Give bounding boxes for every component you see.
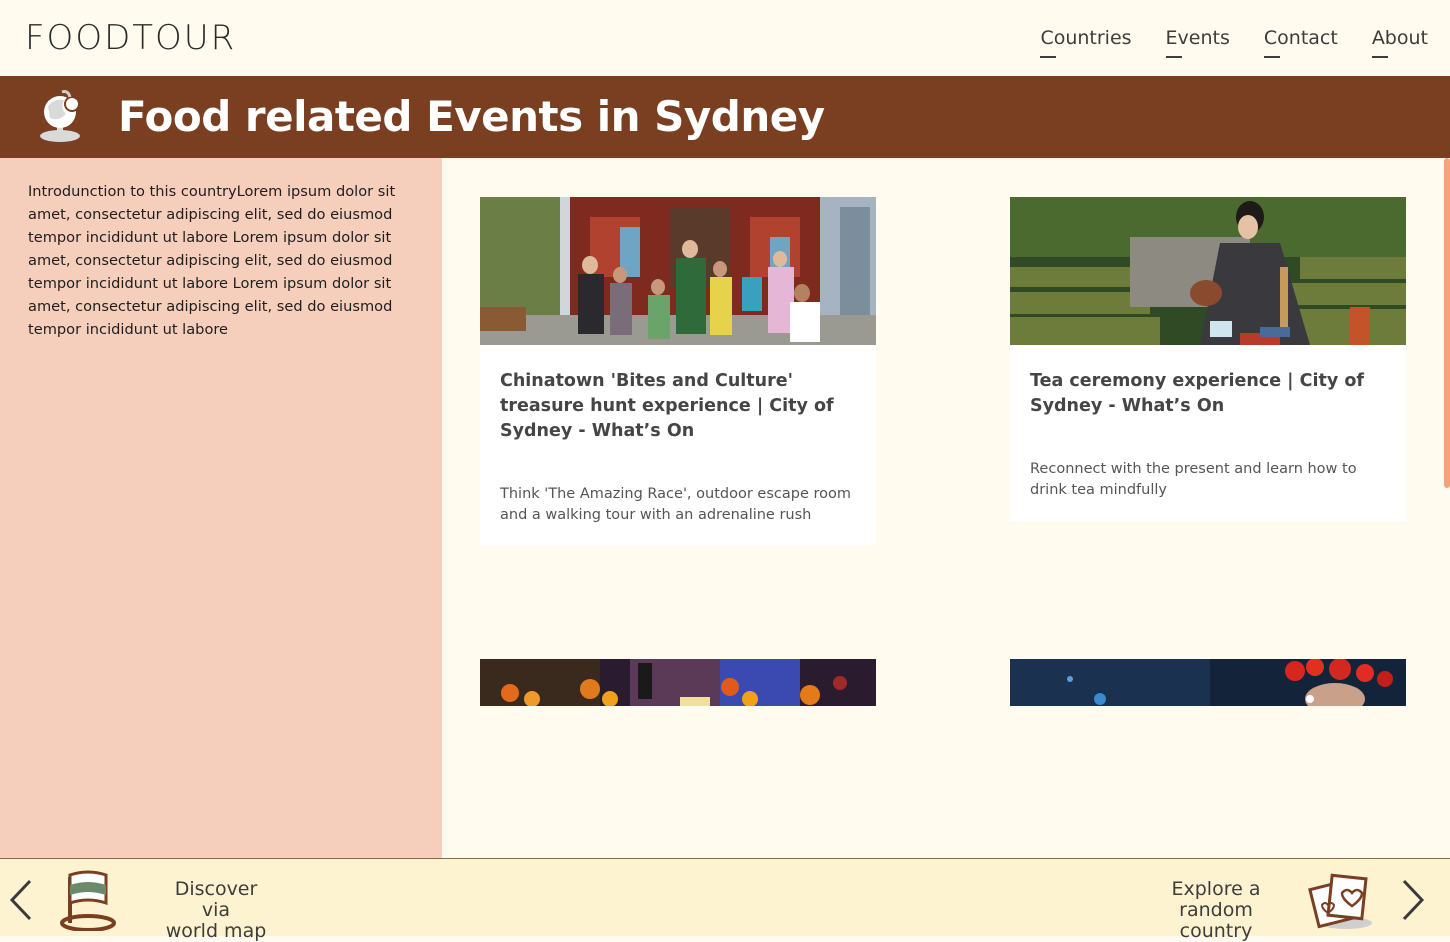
event-image-night-market[interactable]: [480, 659, 876, 706]
top-navigation-bar: FOODTOUR Countries Events Contact About: [0, 0, 1450, 76]
main-nav: Countries Events Contact About: [1040, 27, 1428, 58]
event-card[interactable]: Chinatown 'Bites and Culture' treasure h…: [480, 197, 876, 545]
event-title[interactable]: Tea ceremony experience | City of Sydney…: [1010, 345, 1406, 419]
explore-line-2: random country: [1179, 899, 1253, 942]
world-map-flag-icon[interactable]: [58, 869, 118, 931]
site-logo[interactable]: FOODTOUR: [25, 18, 236, 58]
globe-food-icon: [40, 90, 80, 142]
explore-line-1: Explore a: [1171, 878, 1261, 900]
discover-world-map-link[interactable]: Discover via world map: [160, 879, 272, 942]
event-card[interactable]: [480, 659, 876, 706]
event-description: Reconnect with the present and learn how…: [1030, 461, 1357, 498]
page-banner: Food related Events in Sydney: [0, 76, 1450, 158]
event-card[interactable]: [1010, 659, 1406, 706]
event-image-chinatown[interactable]: [480, 197, 876, 345]
event-image-tea-ceremony[interactable]: [1010, 197, 1406, 345]
events-grid[interactable]: Chinatown 'Bites and Culture' treasure h…: [442, 158, 1450, 858]
country-intro-sidebar: Introdunction to this countryLorem ipsum…: [0, 158, 442, 858]
event-image-festival[interactable]: [1010, 659, 1406, 706]
scrollbar[interactable]: [1444, 158, 1450, 488]
bottom-discovery-bar: Discover via world map Explore a random …: [0, 858, 1450, 942]
nav-link-contact[interactable]: Contact: [1263, 27, 1338, 58]
country-intro-text: Introdunction to this countryLorem ipsum…: [28, 183, 396, 338]
nav-link-events[interactable]: Events: [1165, 27, 1230, 58]
discover-line-2: world map: [165, 920, 267, 942]
event-description: Think 'The Amazing Race', outdoor escape…: [500, 486, 851, 523]
event-card[interactable]: Tea ceremony experience | City of Sydney…: [1010, 197, 1406, 521]
explore-random-country-link[interactable]: Explore a random country: [1140, 879, 1292, 942]
event-title[interactable]: Chinatown 'Bites and Culture' treasure h…: [480, 345, 876, 444]
chevron-right-icon[interactable]: [1398, 878, 1426, 922]
nav-link-countries[interactable]: Countries: [1040, 27, 1132, 58]
nav-link-about[interactable]: About: [1371, 27, 1428, 58]
chevron-left-icon[interactable]: [8, 878, 36, 922]
page-title: Food related Events in Sydney: [118, 92, 825, 141]
random-cards-icon[interactable]: [1308, 869, 1382, 931]
discover-line-1: Discover via: [174, 878, 258, 921]
